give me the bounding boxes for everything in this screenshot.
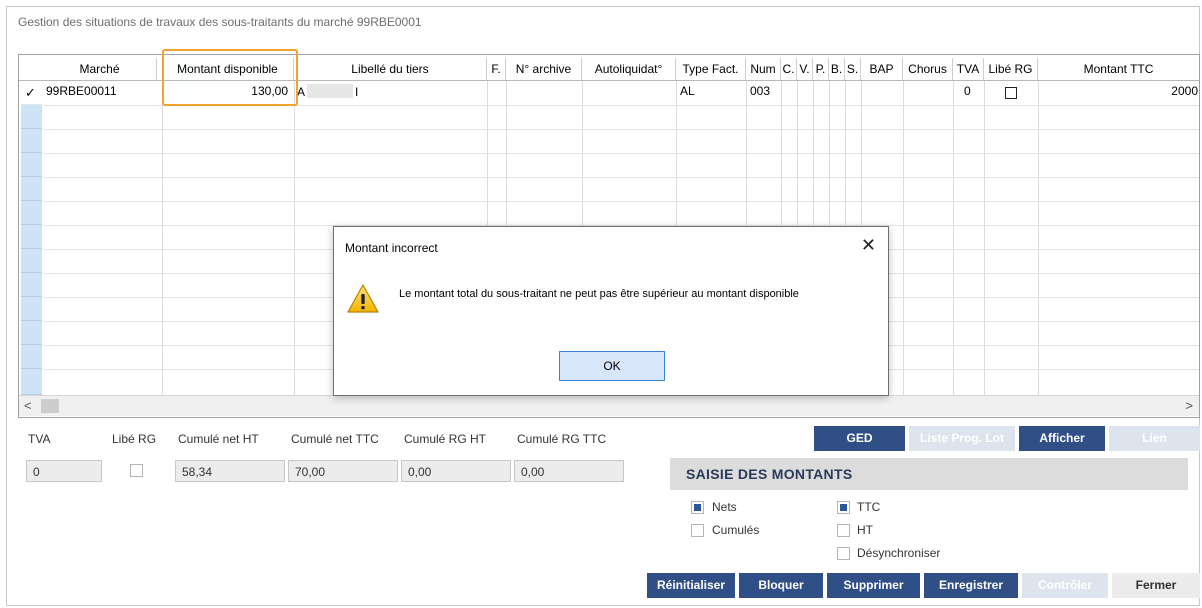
col-header-type-fact[interactable]: Type Fact. [676, 58, 746, 80]
label-desynchroniser: Désynchroniser [857, 546, 941, 560]
col-header-f[interactable]: F. [487, 58, 506, 80]
col-header-b[interactable]: B. [829, 58, 845, 80]
label-ht: HT [857, 523, 873, 537]
current-row-marker: ✓ [25, 85, 36, 100]
col-header-libelle-tiers[interactable]: Libellé du tiers [294, 58, 487, 80]
col-header-c[interactable]: C. [781, 58, 797, 80]
field-cumule-net-ht[interactable]: 58,34 [175, 460, 285, 482]
label-cumule-rg-ht: Cumulé RG HT [404, 432, 487, 446]
row-header[interactable] [21, 129, 42, 153]
col-header-libe-rg[interactable]: Libé RG [984, 58, 1038, 80]
row-header[interactable] [21, 369, 42, 395]
label-cumule-rg-ttc: Cumulé RG TTC [517, 432, 607, 446]
liste-prog-lot-button[interactable]: Liste Prog. Lot [909, 426, 1015, 451]
label-libe-rg: Libé RG [112, 432, 157, 446]
scrollbar-thumb[interactable] [41, 399, 59, 413]
cell-libe-rg-checkbox[interactable] [1005, 87, 1017, 99]
field-cumule-rg-ht[interactable]: 0,00 [401, 460, 511, 482]
reinitialiser-button[interactable]: Réinitialiser [647, 573, 735, 598]
checkbox-nets[interactable] [691, 501, 704, 514]
checkbox-ttc[interactable] [837, 501, 850, 514]
row-header[interactable] [21, 321, 42, 345]
enregistrer-button[interactable]: Enregistrer [924, 573, 1018, 598]
col-header-s[interactable]: S. [845, 58, 861, 80]
bloquer-button[interactable]: Bloquer [739, 573, 823, 598]
afficher-button[interactable]: Afficher [1019, 426, 1105, 451]
col-header-v[interactable]: V. [797, 58, 813, 80]
ged-button[interactable]: GED [814, 426, 905, 451]
redaction-blur [307, 84, 354, 98]
label-cumule-net-ttc: Cumulé net TTC [291, 432, 379, 446]
row-header[interactable] [21, 105, 42, 129]
row-header[interactable] [21, 225, 42, 249]
horizontal-scrollbar[interactable]: < > [19, 395, 1199, 416]
saisie-title: SAISIE DES MONTANTS [686, 466, 853, 482]
cell-montant-ttc[interactable]: 2000 [1038, 84, 1198, 98]
dialog-title: Montant incorrect [345, 241, 438, 255]
label-cumules: Cumulés [712, 523, 760, 537]
col-header-montant-ttc[interactable]: Montant TTC [1038, 58, 1199, 80]
cell-type-fact[interactable]: AL [680, 84, 695, 98]
fermer-button[interactable]: Fermer [1112, 573, 1200, 598]
cell-num[interactable]: 003 [750, 84, 770, 98]
row-header[interactable] [21, 345, 42, 369]
field-cumule-rg-ttc[interactable]: 0,00 [514, 460, 624, 482]
lien-button[interactable]: Lien [1109, 426, 1200, 451]
label-nets: Nets [712, 500, 737, 514]
controler-button[interactable]: Contrôler [1022, 573, 1108, 598]
supprimer-button[interactable]: Supprimer [827, 573, 920, 598]
saisie-montants-header: SAISIE DES MONTANTS [670, 458, 1188, 490]
col-header-archive[interactable]: N° archive [506, 58, 582, 80]
label-ttc: TTC [857, 500, 881, 514]
label-tva: TVA [28, 432, 51, 446]
ok-button[interactable]: OK [559, 351, 665, 381]
row-header[interactable] [21, 297, 42, 321]
dialog-close-icon[interactable]: ✕ [861, 235, 876, 256]
libelle-tiers-prefix: A [297, 85, 306, 99]
dialog-message: Le montant total du sous-traitant ne peu… [399, 288, 799, 300]
col-header-bap[interactable]: BAP [861, 58, 903, 80]
col-header-chorus[interactable]: Chorus [903, 58, 953, 80]
row-line [43, 177, 1199, 178]
row-header[interactable] [21, 177, 42, 201]
cell-libelle-tiers[interactable]: AI [297, 84, 358, 99]
row-line [43, 201, 1199, 202]
scroll-right-arrow-icon[interactable]: > [1185, 398, 1193, 413]
checkbox-cumules[interactable] [691, 524, 704, 537]
row-header[interactable] [21, 201, 42, 225]
libelle-tiers-suffix: I [355, 85, 359, 99]
warning-icon [347, 284, 379, 313]
row-header-current[interactable]: ✓ [21, 81, 42, 105]
cell-tva[interactable]: 0 [964, 84, 971, 98]
field-cumule-net-ttc[interactable]: 70,00 [288, 460, 398, 482]
row-line [43, 129, 1199, 130]
col-header-marche[interactable]: Marché [43, 58, 157, 80]
col-header-autoliquidat[interactable]: Autoliquidat° [582, 58, 676, 80]
col-header-p[interactable]: P. [813, 58, 829, 80]
montant-incorrect-dialog[interactable]: Montant incorrect ✕ Le montant total du … [333, 226, 889, 396]
row-header[interactable] [21, 249, 42, 273]
label-cumule-net-ht: Cumulé net HT [178, 432, 259, 446]
field-tva[interactable]: 0 [26, 460, 102, 482]
scroll-left-arrow-icon[interactable]: < [24, 398, 32, 413]
checkbox-desynchroniser[interactable] [837, 547, 850, 560]
window-title: Gestion des situations de travaux des so… [18, 15, 422, 29]
checkbox-ht[interactable] [837, 524, 850, 537]
cell-marche[interactable]: 99RBE00011 [46, 84, 117, 98]
row-header[interactable] [21, 273, 42, 297]
col-header-num[interactable]: Num [746, 58, 781, 80]
row-header[interactable] [21, 153, 42, 177]
checkbox-libe-rg[interactable] [130, 464, 143, 477]
row-line [43, 153, 1199, 154]
col-header-tva[interactable]: TVA [953, 58, 984, 80]
montant-disponible-highlight [162, 49, 298, 106]
